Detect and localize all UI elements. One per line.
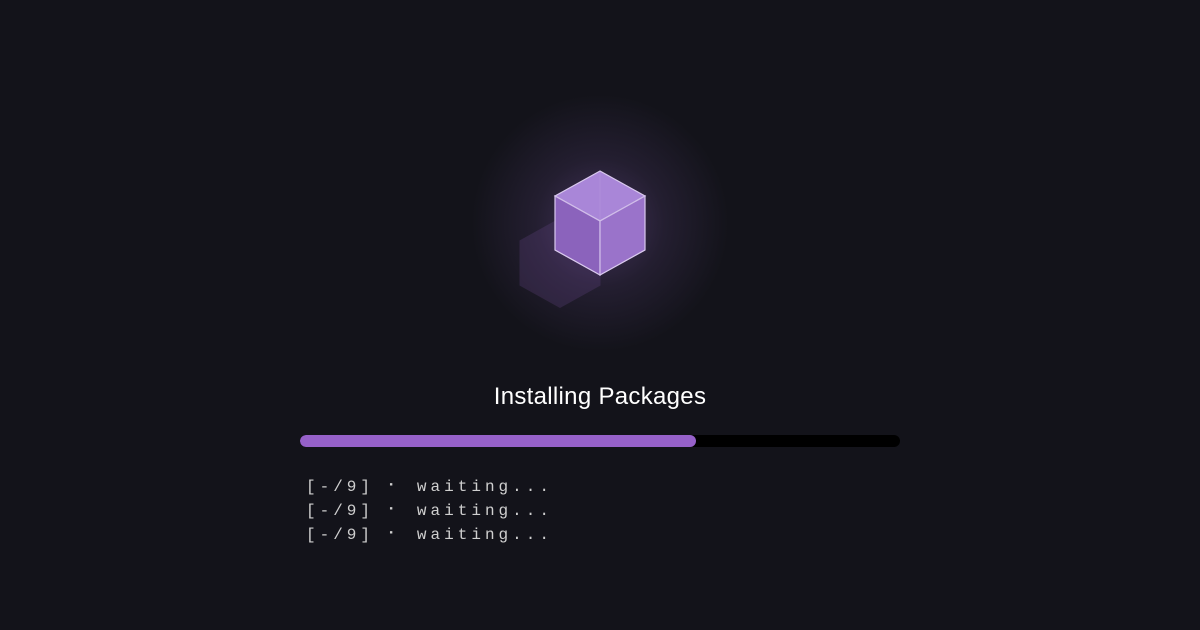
cube-icon: [545, 163, 655, 283]
logo-container: [460, 83, 740, 363]
progress-fill: [300, 435, 696, 447]
progress-bar: [300, 435, 900, 447]
log-line: [-/9] ⠂ waiting...: [306, 499, 900, 523]
log-output: [-/9] ⠂ waiting... [-/9] ⠂ waiting... [-…: [300, 475, 900, 547]
install-title: Installing Packages: [494, 383, 707, 411]
log-line: [-/9] ⠂ waiting...: [306, 523, 900, 547]
log-line: [-/9] ⠂ waiting...: [306, 475, 900, 499]
